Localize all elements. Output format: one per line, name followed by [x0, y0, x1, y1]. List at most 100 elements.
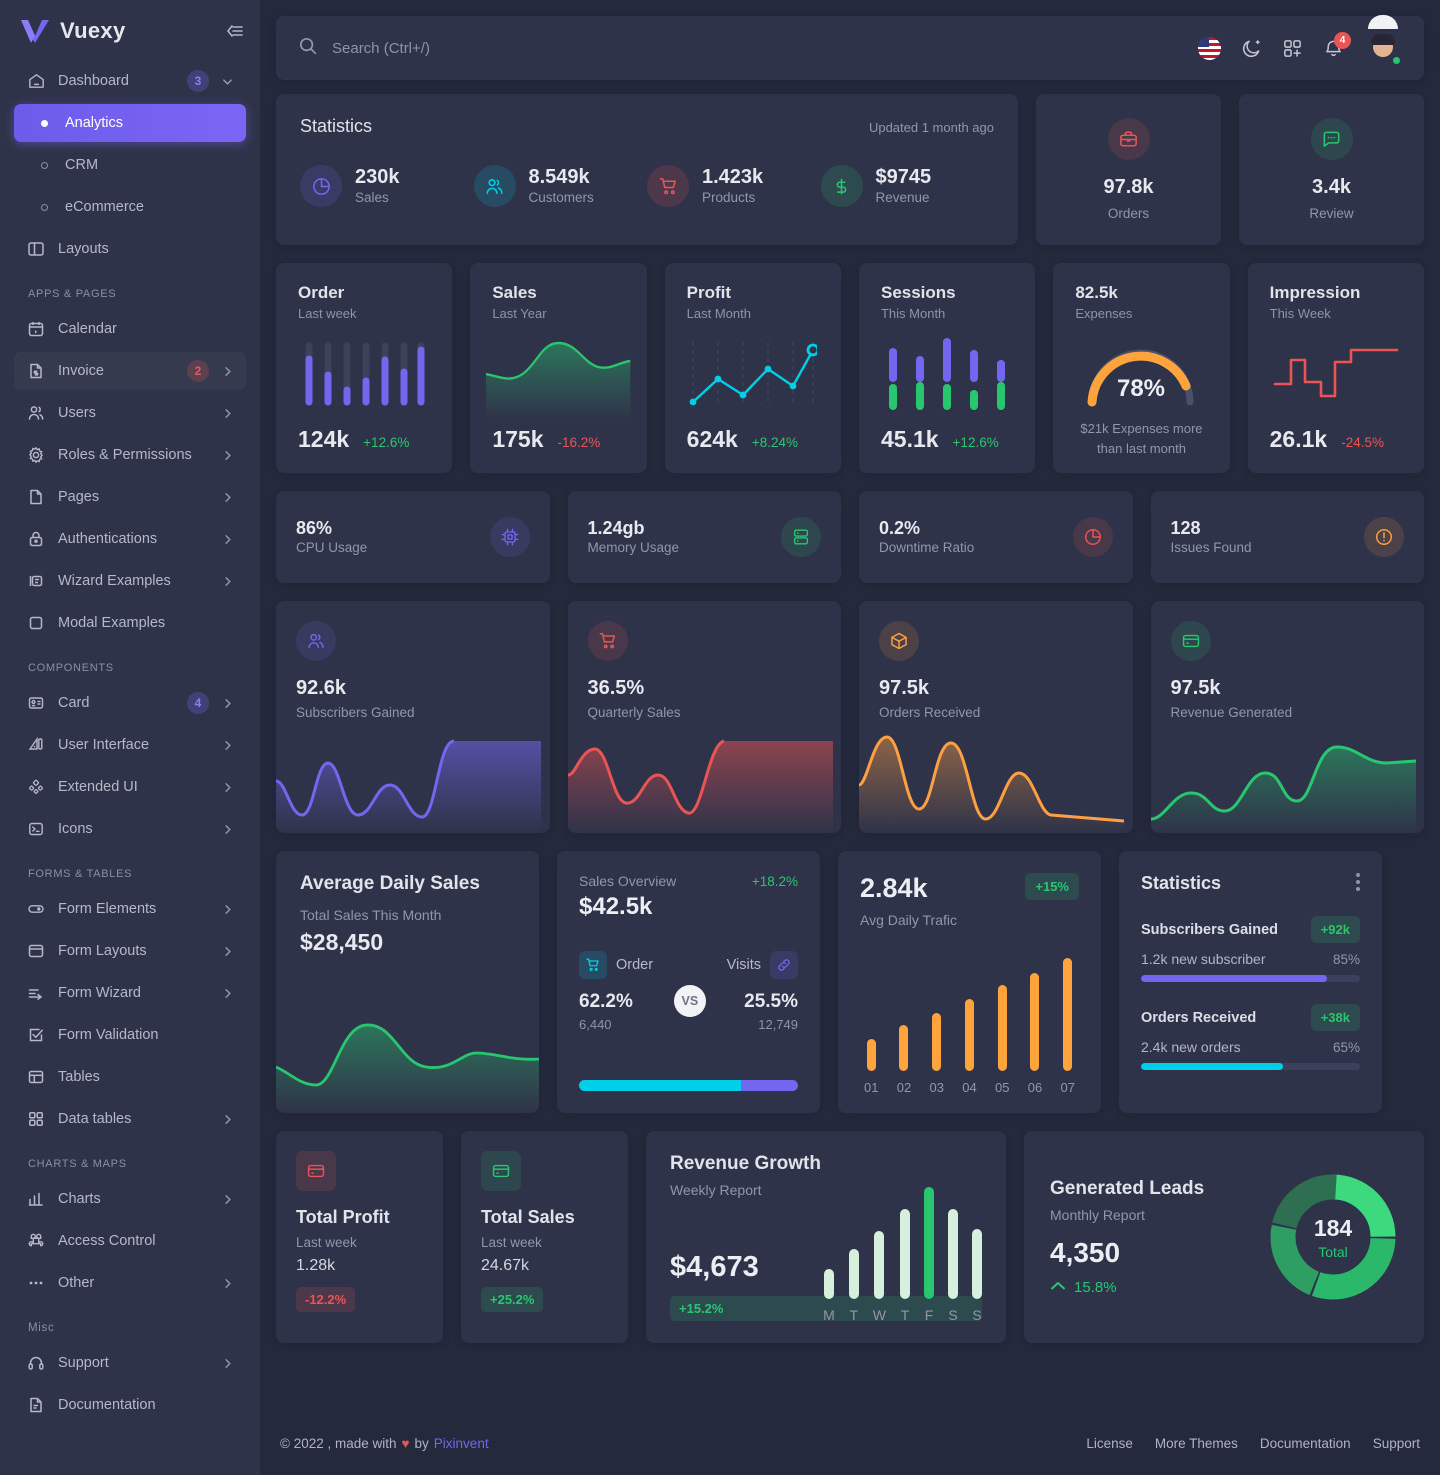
card-subtitle: This Month — [880, 306, 946, 321]
card-subtitle: Last Month — [686, 306, 751, 321]
card-subtitle: This Week — [1269, 306, 1331, 321]
avatar[interactable] — [1364, 15, 1402, 67]
mini-stat-value: 3.4k — [1312, 176, 1351, 198]
more-options-icon[interactable] — [1356, 873, 1360, 891]
sidebar-item-access-control[interactable]: Access Control — [14, 1222, 246, 1260]
sidebar-item-roles-permissions[interactable]: Roles & Permissions — [14, 436, 246, 474]
card-delta: -16.2% — [557, 435, 601, 450]
traffic-x-label: 01 — [864, 1080, 879, 1095]
sidebar-item-crm[interactable]: CRM — [14, 146, 246, 184]
metric-value: 128 — [1170, 517, 1201, 538]
card-delta: +8.24% — [751, 435, 798, 450]
metric-value: 86% — [296, 517, 333, 538]
mini-stat-label: Orders — [1107, 206, 1150, 221]
sidebar: Vuexy Dashboard 3 Analytics CRM eCommerc… — [0, 0, 260, 1475]
sidebar-item-user-interface[interactable]: User Interface — [14, 726, 246, 764]
sidebar-item-charts[interactable]: Charts — [14, 1180, 246, 1218]
footer-link-more-themes[interactable]: More Themes — [1155, 1436, 1238, 1451]
check-square-icon — [26, 1025, 46, 1045]
sales-overview-progress — [579, 1080, 798, 1091]
stat-label: Products — [702, 189, 756, 205]
mini-stat-value: 97.8k — [1103, 176, 1154, 198]
dark-mode-toggle-icon[interactable] — [1241, 38, 1262, 59]
sidebar-item-users[interactable]: Users — [14, 394, 246, 432]
footer-copyright: © 2022 , made with ♥ by Pixinvent — [280, 1436, 489, 1451]
footer: © 2022 , made with ♥ by Pixinvent Licens… — [276, 1411, 1424, 1475]
footer-link-license[interactable]: License — [1086, 1436, 1133, 1451]
sales-overview-left-pct: 62.2% — [579, 991, 633, 1012]
sidebar-item-pages[interactable]: Pages — [14, 478, 246, 516]
chevron-right-icon — [221, 449, 234, 462]
sidebar-item-extended-ui[interactable]: Extended UI — [14, 768, 246, 806]
sidebar-item-form-validation[interactable]: Form Validation — [14, 1016, 246, 1054]
dashboard-badge: 3 — [187, 70, 209, 92]
donut-center-label: Total — [1318, 1243, 1348, 1260]
box-icon — [879, 621, 919, 661]
topbar-actions: 4 — [1198, 15, 1402, 67]
sidebar-item-form-layouts[interactable]: Form Layouts — [14, 932, 246, 970]
sidebar-item-form-elements[interactable]: Form Elements — [14, 890, 246, 928]
footer-link-support[interactable]: Support — [1373, 1436, 1420, 1451]
generated-leads-delta: 15.8% — [1074, 1279, 1117, 1296]
sidebar-item-tables[interactable]: Tables — [14, 1058, 246, 1096]
progress-badge: +38k — [1310, 1004, 1360, 1031]
cart-icon — [647, 165, 689, 207]
sidebar-item-support[interactable]: Support — [14, 1344, 246, 1382]
sidebar-item-label: Data tables — [58, 1111, 132, 1127]
progress-pct: 85% — [1332, 952, 1360, 967]
statistics-banner-card: Statistics Updated 1 month ago 230k Sale… — [276, 94, 1018, 245]
generated-leads-card: Generated Leads Monthly Report 4,350 15.… — [1024, 1131, 1424, 1343]
sidebar-item-label: CRM — [65, 157, 99, 173]
chevron-right-icon — [221, 407, 234, 420]
chevron-right-icon — [221, 781, 234, 794]
statistics-updated: Updated 1 month ago — [868, 120, 994, 135]
notifications-bell-icon[interactable]: 4 — [1323, 31, 1351, 59]
main-area: Search (Ctrl+/) 4 Statistics Updated 1 m… — [260, 0, 1440, 1475]
sidebar-item-label: Card — [58, 695, 90, 711]
card-value: 24.67k — [481, 1257, 530, 1274]
search-input[interactable]: Search (Ctrl+/) — [298, 36, 1198, 61]
traffic-value: 2.84k — [860, 873, 928, 903]
apps-grid-icon[interactable] — [1282, 38, 1303, 59]
sidebar-item-data-tables[interactable]: Data tables — [14, 1100, 246, 1138]
card-value: 624k — [686, 426, 738, 452]
ui-icon — [26, 735, 46, 755]
sidebar-item-analytics[interactable]: Analytics — [14, 104, 246, 142]
area-card-value: 92.6k — [296, 677, 347, 699]
sidebar-item-other[interactable]: Other — [14, 1264, 246, 1302]
sidebar-item-form-wizard[interactable]: Form Wizard — [14, 974, 246, 1012]
expenses-note: $21k Expenses more than last month — [1080, 421, 1203, 456]
sidebar-item-layouts[interactable]: Layouts — [14, 230, 246, 268]
chart-card-sessions: Sessions This Month 45.1k +12.6% — [858, 263, 1036, 473]
sidebar-item-dashboard[interactable]: Dashboard 3 — [14, 62, 246, 100]
metric-label: Memory Usage — [587, 539, 680, 555]
footer-link-documentation[interactable]: Documentation — [1260, 1436, 1351, 1451]
sidebar-item-calendar[interactable]: Calendar — [14, 310, 246, 348]
sidebar-item-documentation[interactable]: Documentation — [14, 1386, 246, 1424]
bar-x-label: T — [849, 1307, 859, 1323]
average-daily-sales-chart — [276, 1023, 539, 1113]
language-flag-icon[interactable] — [1198, 36, 1221, 60]
pixinvent-link[interactable]: Pixinvent — [434, 1436, 489, 1451]
terminal-icon — [26, 819, 46, 839]
bar-x-label: M — [823, 1307, 835, 1323]
total-sales-card: Total Sales Last week 24.67k +25.2% — [461, 1131, 628, 1343]
stat-value: 230k — [355, 165, 400, 188]
sidebar-item-ecommerce[interactable]: eCommerce — [14, 188, 246, 226]
sidebar-item-label: Other — [58, 1275, 95, 1291]
link-icon — [770, 951, 798, 979]
sidebar-item-icons[interactable]: Icons — [14, 810, 246, 848]
sidebar-item-label: Roles & Permissions — [58, 447, 192, 463]
chevron-right-icon — [221, 491, 234, 504]
sidebar-item-card[interactable]: Card 4 — [14, 684, 246, 722]
sidebar-item-modal-examples[interactable]: Modal Examples — [14, 604, 246, 642]
card-subtitle: Last Year — [492, 306, 547, 321]
sidebar-item-authentications[interactable]: Authentications — [14, 520, 246, 558]
search-icon — [298, 36, 318, 61]
sales-overview-value: $42.5k — [579, 893, 653, 920]
chevron-right-icon — [221, 823, 234, 836]
collapse-sidebar-icon[interactable] — [226, 23, 244, 39]
metric-card-issues-found: 128 Issues Found — [1150, 491, 1424, 583]
sidebar-item-wizard-examples[interactable]: Wizard Examples — [14, 562, 246, 600]
sidebar-item-invoice[interactable]: Invoice 2 — [14, 352, 246, 390]
